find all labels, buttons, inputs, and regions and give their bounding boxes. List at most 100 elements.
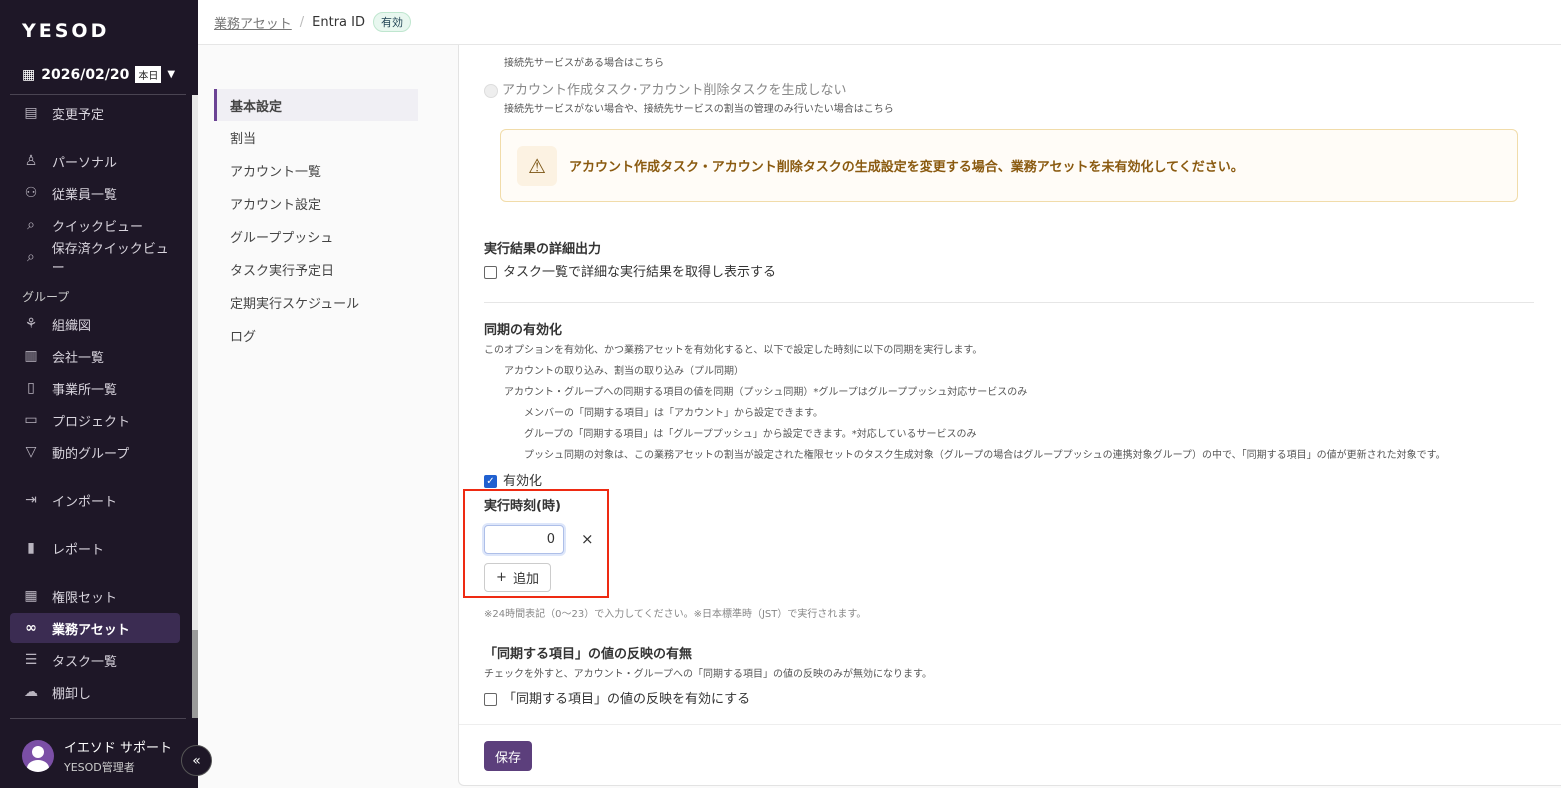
nav-change-schedule[interactable]: ▤ 変更予定 — [10, 98, 180, 128]
radio-label: アカウント作成タスク･アカウント削除タスクを生成しない — [502, 83, 847, 98]
import-icon: ⇥ — [25, 492, 37, 508]
subnav-assignment[interactable]: 割当 — [214, 121, 418, 154]
plus-icon: + — [496, 570, 507, 585]
checkbox-label: タスク一覧で詳細な実行結果を取得し表示する — [503, 265, 777, 280]
nav-label: プロジェクト — [52, 414, 131, 430]
office-icon: ▯ — [27, 380, 35, 396]
nav-employees[interactable]: ⚇ 従業員一覧 — [10, 178, 180, 208]
sync-title: 同期の有効化 — [484, 323, 563, 338]
checkbox-checked-icon[interactable]: ✓ — [484, 475, 497, 488]
nav-report[interactable]: ▮ レポート — [10, 533, 180, 563]
settings-panel: 接続先サービスがある場合はこちら アカウント作成タスク･アカウント削除タスクを生… — [458, 45, 1561, 786]
nav-dynamic-groups[interactable]: ▽ 動的グループ — [10, 437, 180, 467]
checkbox[interactable] — [484, 266, 497, 279]
option2-description: 接続先サービスがない場合や、接続先サービスの割当の管理のみ行いたい場合はこちら — [504, 104, 894, 115]
status-badge: 有効 — [372, 12, 411, 32]
warning-alert: ⚠ アカウント作成タスク・アカウント削除タスクの生成設定を変更する場合、業務アセッ… — [500, 129, 1518, 202]
nav-label: 権限セット — [52, 590, 118, 606]
sync-enable-checkbox[interactable]: ✓ 有効化 — [484, 470, 542, 489]
nav-import[interactable]: ⇥ インポート — [10, 485, 180, 515]
reflect-title: 「同期する項目」の値の反映の有無 — [484, 647, 693, 662]
subnav-periodic-schedule[interactable]: 定期実行スケジュール — [214, 286, 418, 319]
nav-label: 変更予定 — [52, 107, 105, 123]
date-picker[interactable]: ▦ 2026/02/20 本日 ▼ — [22, 66, 175, 83]
logo: YESOD — [22, 20, 110, 42]
collapse-sidebar-button[interactable]: « — [181, 745, 212, 776]
search-icon: ⌕ — [26, 249, 35, 265]
nav-label: 事業所一覧 — [52, 382, 118, 398]
run-time-title: 実行時刻(時) — [484, 499, 561, 514]
building-icon: ▥ — [24, 348, 38, 364]
search-icon: ⌕ — [27, 217, 35, 233]
nav-label: 動的グループ — [52, 446, 130, 462]
nav-saved-quickview[interactable]: ⌕ 保存済クイックビュー — [10, 242, 180, 276]
sync-item: アカウントの取り込み、割当の取り込み（プル同期） — [504, 366, 744, 377]
checkbox[interactable] — [484, 693, 497, 706]
grid-icon: ▦ — [24, 588, 38, 604]
date-text: 2026/02/20 — [41, 66, 130, 83]
people-icon: ⚇ — [24, 185, 38, 201]
detail-output-title: 実行結果の詳細出力 — [484, 242, 602, 257]
link-icon: ∞ — [25, 620, 37, 636]
subnav-log[interactable]: ログ — [214, 319, 418, 352]
user-menu[interactable]: イエソド サポート YESOD管理者 — [22, 737, 172, 775]
warning-icon: ⚠ — [517, 145, 557, 186]
scrollbar-thumb[interactable] — [192, 630, 198, 718]
nav-personal[interactable]: ♙ パーソナル — [10, 146, 180, 176]
detail-output-checkbox[interactable]: タスク一覧で詳細な実行結果を取得し表示する — [484, 261, 776, 280]
briefcase-icon: ▭ — [24, 412, 38, 428]
nav-business-assets[interactable]: ∞ 業務アセット — [10, 613, 180, 643]
nav-label: 会社一覧 — [52, 350, 105, 366]
run-hour-input[interactable]: 0 — [484, 525, 564, 554]
nav-label: 保存済クイックビュー — [51, 242, 169, 276]
nav-projects[interactable]: ▭ プロジェクト — [10, 405, 180, 435]
nav-tasks[interactable]: ☰ タスク一覧 — [10, 645, 180, 675]
option1-description: 接続先サービスがある場合はこちら — [504, 58, 664, 69]
sync-item: アカウント・グループへの同期する項目の値を同期（プッシュ同期）*グループはグルー… — [504, 387, 1028, 398]
subnav-task-schedule[interactable]: タスク実行予定日 — [214, 253, 418, 286]
add-time-button[interactable]: + 追加 — [484, 563, 551, 592]
checklist-icon: ☰ — [24, 652, 38, 668]
radio-button[interactable] — [484, 83, 498, 98]
subnav-basic[interactable]: 基本設定 — [214, 89, 418, 121]
subnav-account-settings[interactable]: アカウント設定 — [214, 187, 418, 220]
reflect-description: チェックを外すと、アカウント・グループへの「同期する項目」の値の反映のみが無効に… — [484, 669, 932, 680]
today-badge: 本日 — [135, 66, 162, 83]
cloud-download-icon: ☁ — [24, 684, 38, 700]
nav-permission-sets[interactable]: ▦ 権限セット — [10, 581, 180, 611]
file-check-icon: ▤ — [24, 105, 38, 121]
warning-text: アカウント作成タスク・アカウント削除タスクの生成設定を変更する場合、業務アセット… — [569, 160, 1244, 175]
bar-chart-icon: ▮ — [27, 540, 35, 556]
divider — [10, 718, 186, 719]
calendar-icon: ▦ — [22, 66, 36, 83]
filter-icon: ▽ — [25, 444, 37, 460]
group-section-label: グループ — [22, 290, 70, 304]
nav-offices[interactable]: ▯ 事業所一覧 — [10, 373, 180, 403]
breadcrumb-separator: / — [299, 14, 305, 30]
sync-item: グループの「同期する項目」は「グループプッシュ」から設定できます。*対応している… — [524, 429, 977, 440]
reflect-checkbox[interactable]: 「同期する項目」の値の反映を有効にする — [484, 688, 750, 707]
caret-down-icon: ▼ — [167, 69, 176, 80]
sidebar-scrollbar[interactable] — [192, 95, 198, 718]
breadcrumb-current: Entra ID — [312, 14, 365, 30]
person-icon: ♙ — [24, 153, 38, 169]
time-note: ※24時間表記（0〜23）で入力してください。※日本標準時（JST）で実行されま… — [484, 609, 867, 620]
sync-item: プッシュ同期の対象は、この業務アセットの割当が設定された権限セットのタスク生成対… — [524, 450, 1446, 461]
nav-label: 組織図 — [52, 318, 92, 334]
nav-companies[interactable]: ▥ 会社一覧 — [10, 341, 180, 371]
nav-inventory[interactable]: ☁ 棚卸し — [10, 677, 180, 707]
save-button[interactable]: 保存 — [484, 741, 532, 771]
avatar — [22, 740, 54, 772]
double-chevron-left-icon: « — [192, 752, 201, 769]
nav-quickview[interactable]: ⌕ クイックビュー — [10, 210, 180, 240]
sidebar: YESOD ▦ 2026/02/20 本日 ▼ ▤ 変更予定 ♙ パーソナル ⚇ 従業員一覧… — [0, 0, 198, 788]
nav-label: 業務アセット — [52, 622, 130, 638]
subnav-accounts[interactable]: アカウント一覧 — [214, 154, 418, 187]
radio-no-task[interactable]: アカウント作成タスク･アカウント削除タスクを生成しない — [484, 79, 847, 98]
remove-time-button[interactable]: × — [581, 530, 594, 548]
subnav-group-push[interactable]: グループプッシュ — [214, 220, 418, 253]
breadcrumb-link[interactable]: 業務アセット — [214, 13, 292, 32]
sync-item: メンバーの「同期する項目」は「アカウント」から設定できます。 — [524, 408, 823, 419]
nav-org-chart[interactable]: ⚘ 組織図 — [10, 309, 180, 339]
nav-label: タスク一覧 — [52, 654, 118, 670]
